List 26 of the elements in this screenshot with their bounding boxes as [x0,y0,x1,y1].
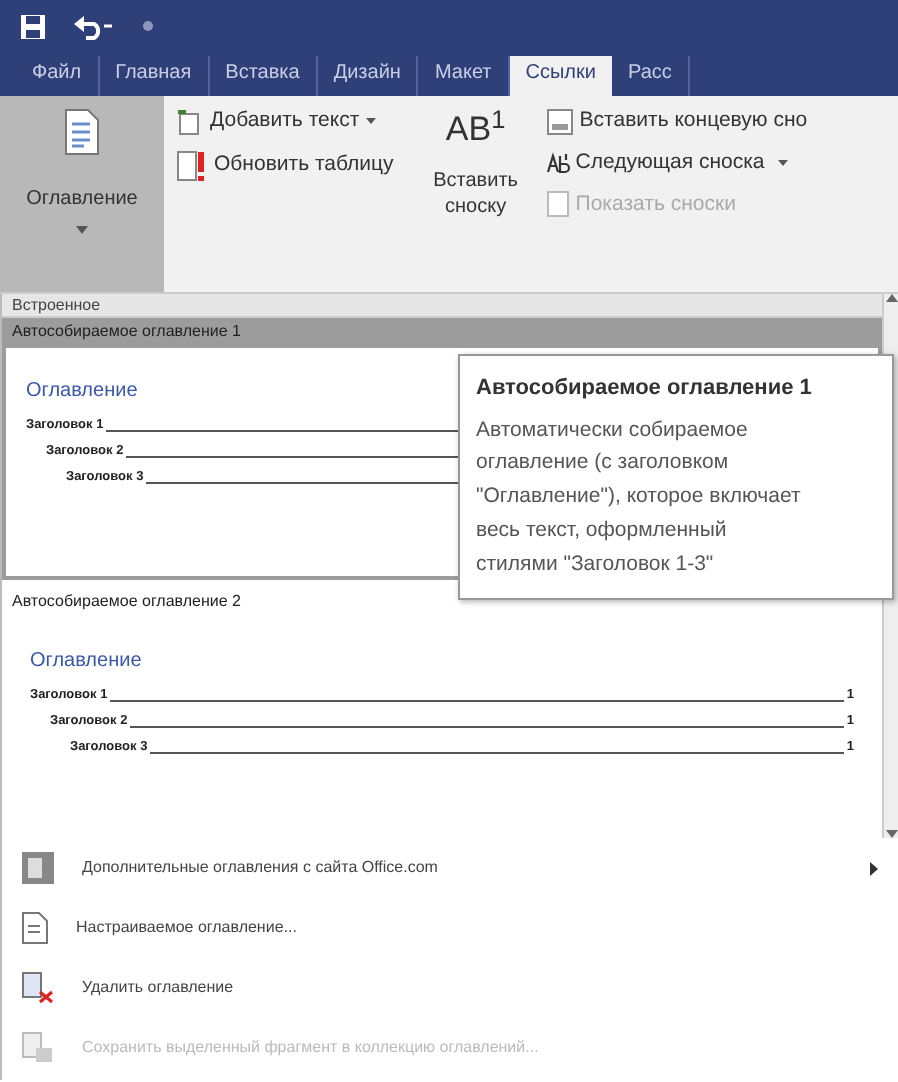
section-heading: Встроенное [2,294,882,318]
show-notes-icon [545,190,570,219]
ribbon-tab[interactable]: Ссылки [509,56,612,96]
toc-heading: Оглавление [26,378,138,406]
insert-footnote-button[interactable]: AB$^{1}$ Вставить сноску [413,96,538,292]
tooltip-text: Автоматически собираемое оглавление (с заголовком "Оглавление"), которое включает весь текст, оформленный стилями "Заголовок 1-3" [476,415,803,580]
footnote-ab-icon [545,151,570,176]
gallery-item-title[interactable]: Автособираемое оглавление 1 [2,318,882,344]
document-icon [64,108,100,156]
document-icon [22,912,48,944]
page-plus-icon [176,107,204,136]
ribbon-command[interactable]: Обновить таблицу [172,147,398,184]
document-web-icon [22,852,54,884]
toc-heading: Оглавление [30,648,142,676]
undo-icon[interactable] [74,13,114,39]
table-of-contents-button[interactable]: Оглавление [0,96,164,292]
caret-icon [76,226,88,234]
ribbon-command[interactable]: Следующая сноска [541,145,812,181]
endnote-icon [545,107,574,136]
page-exclamation-icon [176,149,208,182]
tooltip-title: Автособираемое оглавление 1 [476,374,814,404]
document-save-icon [22,1032,54,1064]
ribbon-command[interactable]: Вставить концевую сно [541,104,812,140]
ribbon-command[interactable]: Добавить текст [172,104,398,140]
document-delete-icon [22,972,54,1004]
save-icon[interactable] [20,13,46,39]
